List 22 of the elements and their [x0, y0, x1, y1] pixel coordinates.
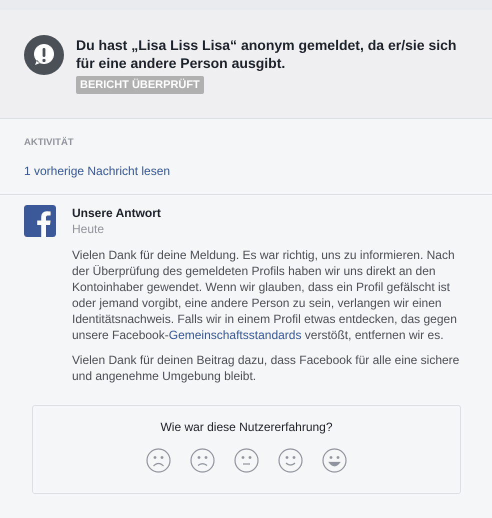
reply-author: Unsere Antwort	[72, 205, 162, 221]
rating-question: Wie war diese Nutzererfahrung?	[160, 420, 333, 434]
rating-button[interactable]	[146, 448, 171, 473]
rating-button[interactable]	[190, 448, 215, 473]
report-message: Du hast „Lisa Liss Lisa“ anonym gemeldet, da er/sie sich für eine andere Person ausgibt.	[76, 36, 458, 72]
very-happy-face-icon	[322, 448, 347, 473]
reply-paragraph: Vielen Dank für deine Meldung. Es war richtig, uns zu informieren. Nach der Überprüfung des gemeldeten Profils haben wir uns direkt an den Kontoinhaber gewendet. Wenn wir glauben, dass ein Profil gefälscht ist oder jemand vorgibt, eine andere Person zu sein, verlangen wir einen Identitätsnachweis. Falls wir in einem Profil etwas entdecken, das gegen unsere Facebook-Gemeinschaftsstandards verstößt, entfernen wir es.	[72, 247, 458, 343]
rating-button[interactable]	[278, 448, 303, 473]
status-label: BERICHT ÜBERPRÜFT	[76, 76, 204, 94]
reply-paragraph: Vielen Dank für deinen Beitrag dazu, dass Facebook für alle eine sichere und angenehme Umgebung bleibt.	[72, 352, 460, 384]
reply-time: Heute	[72, 221, 106, 237]
rating-button[interactable]	[234, 448, 259, 473]
facebook-logo-icon	[24, 205, 56, 237]
very-sad-face-icon	[146, 448, 171, 473]
previous-message-link[interactable]: 1 vorherige Nachricht lesen	[24, 164, 468, 178]
section-heading: AKTIVITÄT	[24, 137, 75, 148]
neutral-face-icon	[234, 448, 259, 473]
rating-button[interactable]	[322, 448, 347, 473]
alert-icon	[24, 35, 64, 75]
standards-link[interactable]: Gemeinschaftsstandards	[168, 328, 302, 342]
sad-face-icon	[190, 448, 215, 473]
happy-face-icon	[278, 448, 303, 473]
